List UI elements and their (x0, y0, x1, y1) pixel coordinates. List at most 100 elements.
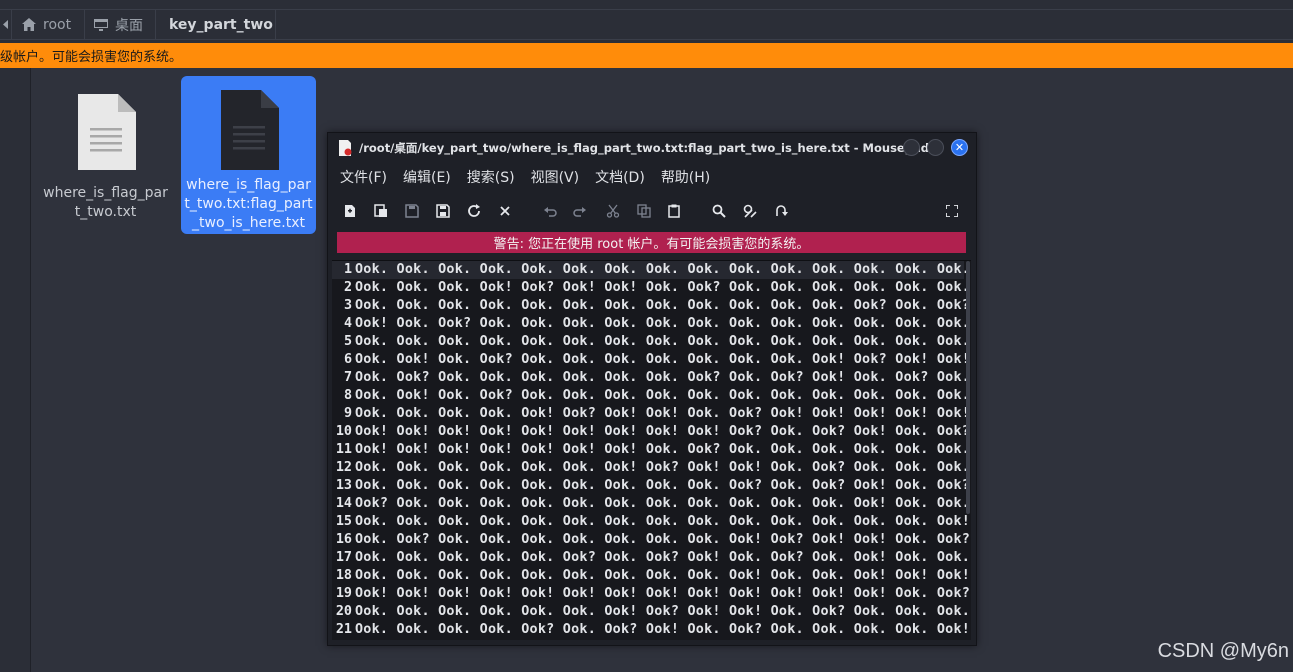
file-item[interactable]: where_is_flag_part_two.txt (38, 80, 173, 220)
line-number: 11 (335, 442, 352, 457)
editor-line[interactable]: 5 Ook. Ook. Ook. Ook. Ook. Ook. Ook. Ook.… (332, 333, 970, 351)
line-text: Ook. Ook! Ook. Ook? Ook. Ook. Ook. Ook. … (355, 352, 971, 367)
line-text: Ook. Ook? Ook. Ook. Ook. Ook. Ook. Ook. … (355, 532, 971, 547)
new-document-icon[interactable] (341, 202, 359, 220)
root-warning-text: 级帐户。可能会损害您的系统。 (0, 50, 183, 65)
line-text: Ook. Ook? Ook. Ook. Ook. Ook. Ook. Ook. … (355, 370, 971, 385)
undo-icon[interactable] (541, 202, 559, 220)
toolbar (328, 195, 976, 227)
line-number: 20 (335, 604, 352, 619)
editor-line[interactable]: 3 Ook. Ook. Ook. Ook. Ook. Ook. Ook. Ook.… (332, 297, 970, 315)
editor-line[interactable]: 15 Ook. Ook. Ook. Ook. Ook. Ook. Ook. Ook… (332, 513, 970, 531)
line-text: Ook. Ook. Ook. Ook. Ook. Ook? Ook. Ook? … (355, 550, 971, 565)
line-number: 4 (343, 316, 352, 331)
save-as-icon[interactable] (434, 202, 452, 220)
menu-search[interactable]: 搜索(S) (467, 167, 515, 187)
line-number: 3 (343, 298, 352, 313)
line-text: Ook. Ook. Ook. Ook. Ook. Ook. Ook! Ook? … (355, 604, 971, 619)
reload-icon[interactable] (465, 202, 483, 220)
menu-file[interactable]: 文件(F) (340, 167, 387, 187)
file-item-selected[interactable]: where_is_flag_part_two.txt:flag_part_two… (181, 76, 316, 234)
breadcrumb-root[interactable]: root (12, 10, 85, 39)
search-icon[interactable] (710, 202, 728, 220)
line-number: 13 (335, 478, 352, 493)
text-file-icon (181, 76, 316, 172)
editor-line[interactable]: 4 Ook! Ook. Ook? Ook. Ook. Ook. Ook. Ook.… (332, 315, 970, 333)
desktop-icon (94, 18, 108, 31)
fullscreen-icon[interactable] (943, 202, 961, 220)
editor-line[interactable]: 14 Ook? Ook. Ook. Ook. Ook. Ook. Ook. Ook… (332, 495, 970, 513)
root-warning-message: 警告: 您正在使用 root 帐户。有可能会损害您的系统。 (493, 237, 810, 252)
window-titlebar[interactable]: /root/桌面/key_part_two/where_is_flag_part… (328, 133, 976, 163)
redo-icon[interactable] (571, 202, 589, 220)
line-text: Ook. Ook. Ook. Ook. Ook. Ook. Ook! Ook? … (355, 460, 971, 475)
back-arrow-icon[interactable] (0, 10, 12, 39)
new-window-icon[interactable] (372, 202, 390, 220)
line-text: Ook! Ook. Ook? Ook. Ook. Ook. Ook. Ook. … (355, 316, 971, 331)
editor-line[interactable]: 2 Ook. Ook. Ook. Ook! Ook? Ook! Ook! Ook.… (332, 279, 970, 297)
window-title: /root/桌面/key_part_two/where_is_flag_part… (359, 141, 929, 155)
editor-line[interactable]: 1 Ook. Ook. Ook. Ook. Ook. Ook. Ook. Ook.… (332, 261, 970, 279)
paste-icon[interactable] (665, 202, 683, 220)
line-number: 8 (343, 388, 352, 403)
editor-line[interactable]: 10 Ook! Ook! Ook! Ook! Ook! Ook! Ook! Ook… (332, 423, 970, 441)
file-name: where_is_flag_part_two.txt (43, 185, 168, 220)
desktop-screen: root 桌面 key_part_two 级帐户。可能会损害您的系统。 wher… (0, 0, 1293, 672)
root-warning-bar: 级帐户。可能会损害您的系统。 (0, 43, 1293, 68)
find-replace-icon[interactable] (741, 202, 759, 220)
line-text: Ook. Ook. Ook. Ook. Ook. Ook. Ook. Ook. … (355, 568, 971, 583)
editor-line[interactable]: 12 Ook. Ook. Ook. Ook. Ook. Ook. Ook! Ook… (332, 459, 970, 477)
editor-line[interactable]: 6 Ook. Ook! Ook. Ook? Ook. Ook. Ook. Ook.… (332, 351, 970, 369)
line-number: 12 (335, 460, 352, 475)
editor-line[interactable]: 16 Ook. Ook? Ook. Ook. Ook. Ook. Ook. Ook… (332, 531, 970, 549)
line-number: 15 (335, 514, 352, 529)
breadcrumb-key-part-two[interactable]: key_part_two (156, 10, 276, 39)
line-text: Ook. Ook. Ook. Ook. Ook. Ook. Ook. Ook. … (355, 262, 971, 277)
line-text: Ook. Ook! Ook. Ook? Ook. Ook. Ook. Ook. … (355, 388, 971, 403)
menu-document[interactable]: 文档(D) (595, 167, 645, 187)
minimize-button[interactable] (903, 139, 920, 156)
menu-view[interactable]: 视图(V) (531, 167, 580, 187)
editor-line[interactable]: 21 Ook. Ook. Ook. Ook. Ook? Ook. Ook? Ook… (332, 621, 970, 639)
editor-line[interactable]: 19 Ook! Ook! Ook! Ook! Ook! Ook! Ook! Ook… (332, 585, 970, 603)
menu-help[interactable]: 帮助(H) (661, 167, 710, 187)
close-document-icon[interactable] (496, 202, 514, 220)
text-editor[interactable]: 1 Ook. Ook. Ook. Ook. Ook. Ook. Ook. Ook.… (332, 260, 971, 640)
line-text: Ook. Ook. Ook. Ook. Ook. Ook. Ook. Ook. … (355, 298, 971, 313)
editor-line[interactable]: 17 Ook. Ook. Ook. Ook. Ook. Ook? Ook. Ook… (332, 549, 970, 567)
line-text: Ook! Ook! Ook! Ook! Ook! Ook! Ook! Ook. … (355, 442, 971, 457)
breadcrumb-label: key_part_two (169, 16, 273, 33)
copy-icon[interactable] (635, 202, 653, 220)
cut-icon[interactable] (604, 202, 622, 220)
line-text: Ook. Ook. Ook. Ook. Ook. Ook. Ook. Ook. … (355, 334, 971, 349)
save-icon[interactable] (403, 202, 421, 220)
editor-line[interactable]: 8 Ook. Ook! Ook. Ook? Ook. Ook. Ook. Ook.… (332, 387, 970, 405)
editor-line[interactable]: 7 Ook. Ook? Ook. Ook. Ook. Ook. Ook. Ook.… (332, 369, 970, 387)
editor-line[interactable]: 20 Ook. Ook. Ook. Ook. Ook. Ook. Ook! Ook… (332, 603, 970, 621)
menu-edit[interactable]: 编辑(E) (403, 167, 451, 187)
go-to-line-icon[interactable] (772, 202, 790, 220)
editor-line[interactable]: 13 Ook. Ook. Ook. Ook. Ook. Ook. Ook. Ook… (332, 477, 970, 495)
line-text: Ook. Ook. Ook. Ook! Ook? Ook! Ook! Ook. … (355, 280, 971, 295)
line-text: Ook. Ook. Ook. Ook. Ook. Ook. Ook. Ook. … (355, 478, 971, 493)
line-number: 1 (343, 262, 352, 277)
vertical-scrollbar[interactable] (966, 261, 970, 514)
line-number: 16 (335, 532, 352, 547)
line-number: 7 (343, 370, 352, 385)
editor-line[interactable]: 18 Ook. Ook. Ook. Ook. Ook. Ook. Ook. Ook… (332, 567, 970, 585)
mousepad-window: /root/桌面/key_part_two/where_is_flag_part… (327, 132, 977, 646)
editor-line[interactable]: 11 Ook! Ook! Ook! Ook! Ook! Ook! Ook! Ook… (332, 441, 970, 459)
line-number: 18 (335, 568, 352, 583)
home-icon (22, 18, 36, 31)
line-number: 9 (343, 406, 352, 421)
line-number: 2 (343, 280, 352, 295)
close-button[interactable]: ✕ (951, 139, 968, 156)
editor-line[interactable]: 9 Ook. Ook. Ook. Ook. Ook! Ook? Ook! Ook!… (332, 405, 970, 423)
line-text: Ook! Ook! Ook! Ook! Ook! Ook! Ook! Ook! … (355, 424, 971, 439)
breadcrumb-desktop[interactable]: 桌面 (85, 10, 156, 39)
maximize-button[interactable] (927, 139, 944, 156)
line-text: Ook? Ook. Ook. Ook. Ook. Ook. Ook. Ook. … (355, 496, 971, 511)
line-number: 21 (335, 622, 352, 637)
line-number: 19 (335, 586, 352, 601)
text-file-icon (38, 80, 173, 172)
